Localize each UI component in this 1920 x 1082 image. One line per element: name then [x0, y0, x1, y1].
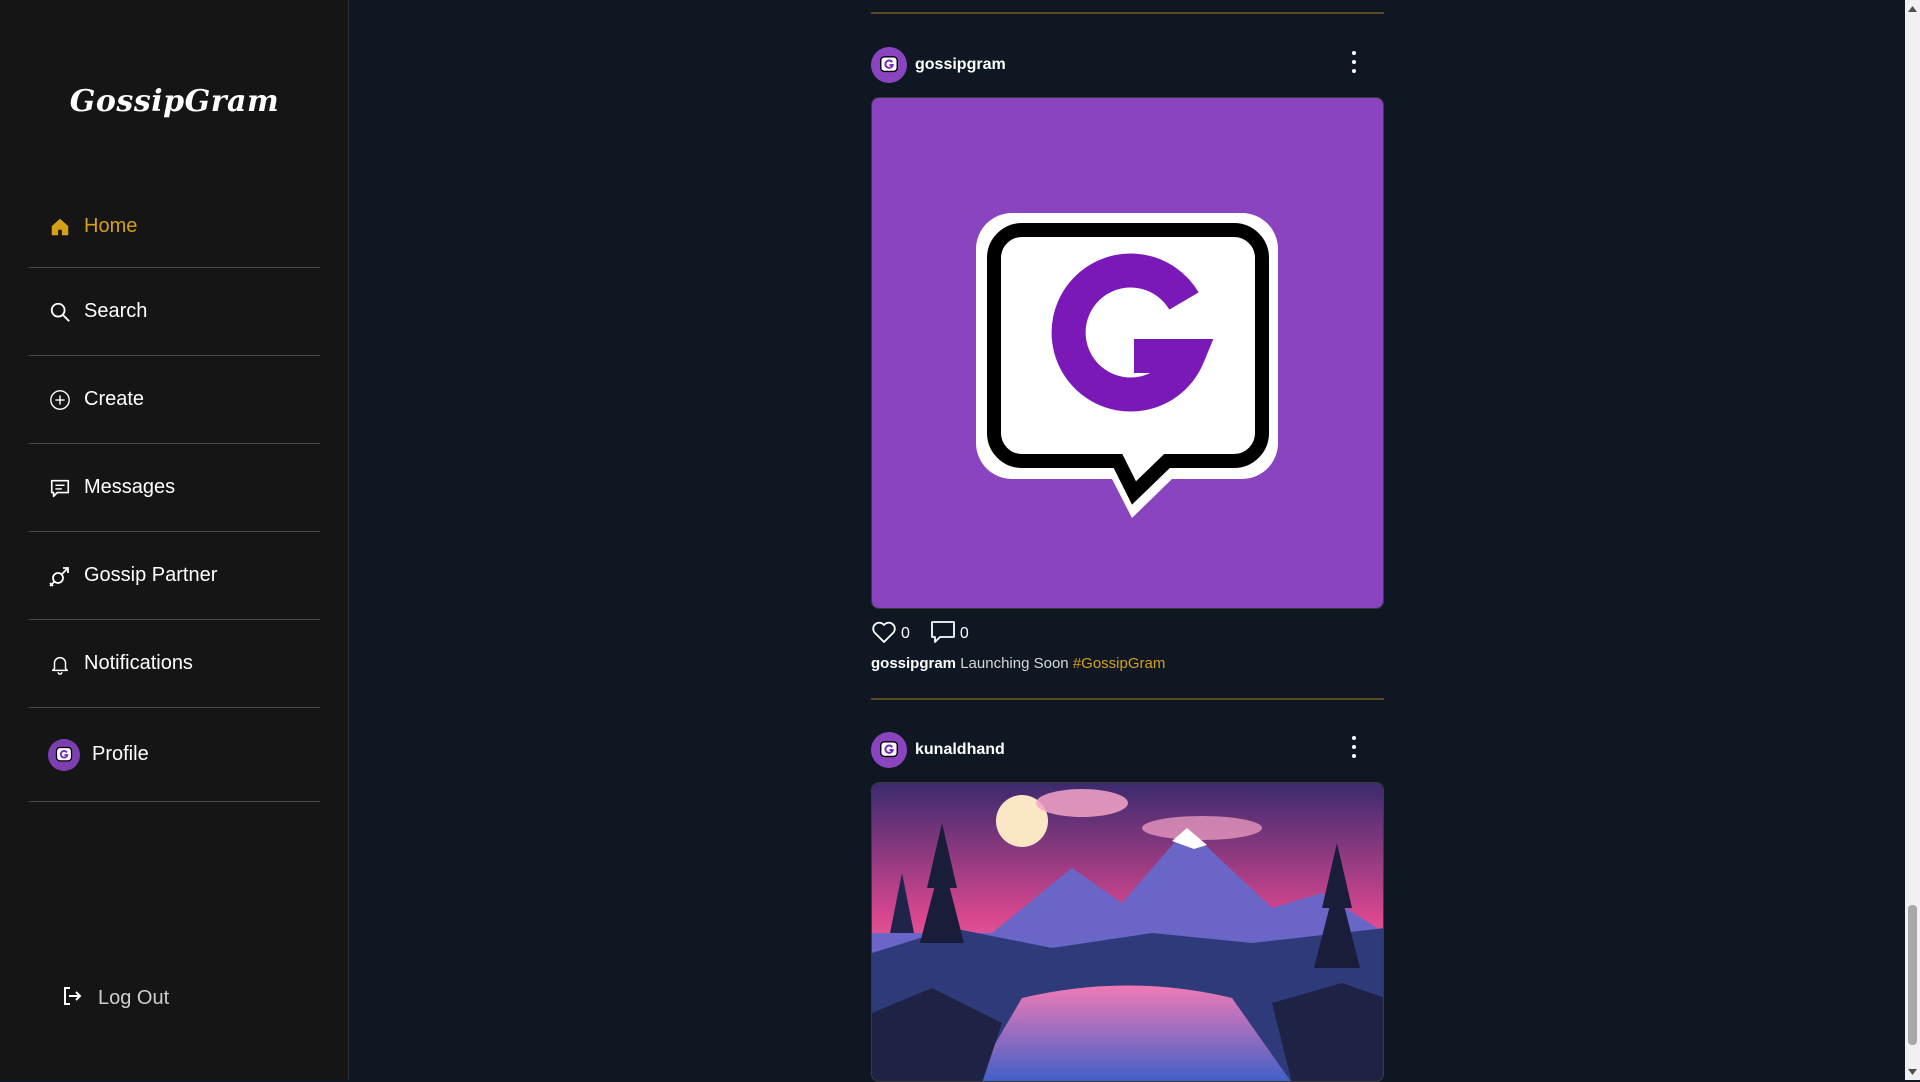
like-count: 0 [901, 625, 910, 642]
sidebar-item-home[interactable]: Home [29, 186, 320, 268]
search-icon [48, 300, 72, 324]
caption-text: Launching Soon [960, 655, 1069, 672]
sidebar-item-notifications[interactable]: Notifications [29, 620, 320, 708]
sidebar-item-label: Home [84, 215, 138, 237]
heart-icon [871, 620, 897, 649]
sidebar-nav: Home Search Create Messages Gossip Partn… [29, 186, 320, 802]
sidebar-item-search[interactable]: Search [29, 268, 320, 356]
sidebar-item-profile[interactable]: Profile [29, 708, 320, 802]
feed: gossipgram 0 0 gossipgram Launching Soon… [871, 0, 1384, 1082]
logout-button[interactable]: Log Out [60, 984, 169, 1013]
message-icon [48, 476, 72, 500]
sidebar-item-label: Gossip Partner [84, 564, 218, 586]
more-options-icon[interactable] [1348, 51, 1360, 73]
post-image[interactable] [871, 97, 1384, 609]
sidebar: GossipGram Home Search Create Messages G… [0, 0, 349, 1080]
post-divider [871, 12, 1384, 14]
sidebar-item-create[interactable]: Create [29, 356, 320, 444]
logout-icon [60, 984, 84, 1013]
sidebar-item-label: Profile [92, 743, 149, 765]
sidebar-item-label: Messages [84, 476, 176, 498]
post-image[interactable] [871, 782, 1384, 1082]
scrollbar-thumb[interactable] [1908, 905, 1917, 1045]
bell-icon [48, 652, 72, 676]
post-divider [871, 698, 1384, 700]
scrollbar[interactable] [1905, 0, 1920, 1080]
hashtag-link[interactable]: #GossipGram [1073, 655, 1166, 672]
sidebar-item-gossip-partner[interactable]: Gossip Partner [29, 532, 320, 620]
post-actions: 0 0 [871, 619, 1384, 649]
gender-icon [48, 564, 72, 588]
post-username[interactable]: gossipgram [915, 56, 1006, 74]
post-username[interactable]: kunaldhand [915, 741, 1005, 759]
home-icon [48, 215, 72, 239]
like-button[interactable]: 0 [871, 620, 910, 649]
sidebar-item-label: Search [84, 300, 148, 322]
post-card: kunaldhand [871, 732, 1384, 1082]
more-options-icon[interactable] [1348, 736, 1360, 758]
plus-circle-icon [48, 388, 72, 412]
comment-count: 0 [959, 625, 969, 642]
avatar [48, 738, 80, 771]
sidebar-item-label: Notifications [84, 652, 193, 674]
post-header: kunaldhand [871, 732, 1384, 768]
sidebar-item-messages[interactable]: Messages [29, 444, 320, 532]
logout-label: Log Out [98, 987, 170, 1009]
caption-username[interactable]: gossipgram [871, 655, 956, 672]
app-logo[interactable]: GossipGram [0, 84, 349, 119]
scroll-up-arrow-icon[interactable] [1905, 0, 1920, 17]
avatar[interactable] [871, 732, 907, 768]
post-header: gossipgram [871, 47, 1384, 83]
sidebar-item-label: Create [84, 388, 145, 410]
post-card: gossipgram 0 0 gossipgram Launching Soon… [871, 47, 1384, 672]
post-caption: gossipgram Launching Soon #GossipGram [871, 655, 1384, 672]
comment-button[interactable]: 0 [930, 620, 969, 649]
comment-icon [930, 620, 956, 649]
scroll-down-arrow-icon[interactable] [1905, 1063, 1920, 1080]
avatar[interactable] [871, 47, 907, 83]
